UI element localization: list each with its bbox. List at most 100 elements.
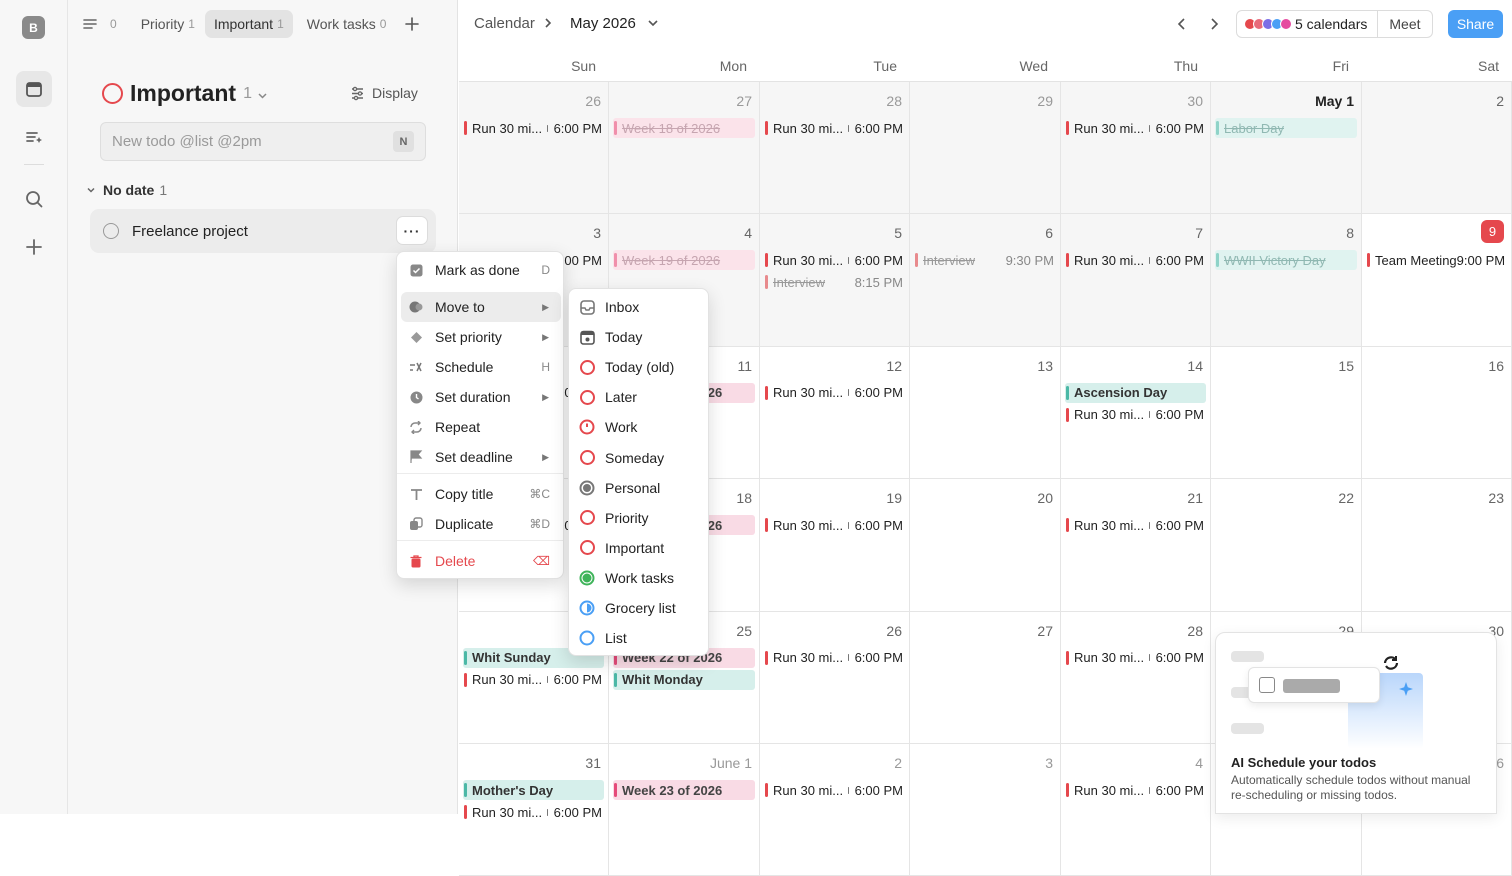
move-to-item-personal[interactable]: Personal (573, 473, 704, 503)
calendar-event[interactable]: Run 30 mi...6:00 PM (1065, 250, 1206, 270)
day-cell[interactable]: 4Run 30 mi...6:00 PM (1061, 744, 1211, 876)
day-cell[interactable]: 28Run 30 mi...6:00 PM (1061, 612, 1211, 744)
next-month-icon[interactable] (1207, 12, 1221, 36)
calendar-event[interactable]: WWII Victory Day (1215, 250, 1357, 270)
move-to-item-someday[interactable]: Someday (573, 443, 704, 473)
menu-item-duplicate[interactable]: Duplicate⌘D (401, 509, 561, 539)
move-to-item-list[interactable]: List (573, 623, 704, 653)
day-cell[interactable]: May 1Labor Day (1211, 82, 1362, 214)
breadcrumb-calendar[interactable]: Calendar (474, 15, 535, 32)
day-cell[interactable]: 23 (1362, 479, 1512, 611)
menu-item-set-duration[interactable]: Set duration▶ (401, 382, 561, 412)
meet-button[interactable]: Meet (1378, 16, 1431, 32)
calendar-event[interactable]: Run 30 mi...6:00 PM (1065, 118, 1206, 138)
day-cell[interactable]: 12Run 30 mi...6:00 PM (760, 347, 910, 479)
new-todo-field[interactable]: N (100, 122, 426, 161)
day-cell[interactable]: June 1Week 23 of 2026 (609, 744, 760, 876)
day-cell[interactable]: 2Run 30 mi...6:00 PM (760, 744, 910, 876)
day-cell[interactable]: 27 (910, 612, 1061, 744)
ai-schedule-promo[interactable]: AI Schedule your todos Automatically sch… (1215, 632, 1497, 814)
month-title[interactable]: May 2026 (570, 15, 636, 32)
calendar-event[interactable]: Run 30 mi...6:00 PM (764, 118, 905, 138)
day-cell[interactable]: 29 (910, 82, 1061, 214)
add-list-icon[interactable] (405, 17, 419, 31)
calendar-event[interactable]: Team Meeting9:00 PM (1366, 250, 1507, 270)
day-cell[interactable]: 6Interview9:30 PM (910, 214, 1061, 346)
day-cell[interactable]: 7Run 30 mi...6:00 PM (1061, 214, 1211, 346)
calendar-event[interactable]: Interview9:30 PM (914, 250, 1056, 270)
calendar-event[interactable]: Run 30 mi...6:00 PM (1065, 780, 1206, 800)
calendar-event[interactable]: Run 30 mi...6:00 PM (764, 780, 905, 800)
calendars-button[interactable]: 5 calendars (1237, 11, 1378, 37)
calendar-event[interactable]: Whit Monday (613, 670, 755, 690)
new-todo-input[interactable] (112, 133, 372, 150)
calendar-event[interactable]: Run 30 mi...6:00 PM (463, 802, 604, 822)
menu-item-copy-title[interactable]: Copy title⌘C (401, 479, 561, 509)
menu-item-set-priority[interactable]: Set priority▶ (401, 322, 561, 352)
day-cell[interactable]: 27Week 18 of 2026 (609, 82, 760, 214)
menu-item-set-deadline[interactable]: Set deadline▶ (401, 442, 561, 472)
calendar-event[interactable]: Week 18 of 2026 (613, 118, 755, 138)
menu-item-mark-as-done[interactable]: Mark as doneD (401, 255, 561, 285)
day-cell[interactable]: 9Team Meeting9:00 PM (1362, 214, 1512, 346)
day-cell[interactable]: 2 (1362, 82, 1512, 214)
calendar-event[interactable]: Run 30 mi...6:00 PM (463, 118, 604, 138)
chevron-down-icon[interactable] (647, 14, 659, 32)
menu-item-schedule[interactable]: ScheduleH (401, 352, 561, 382)
move-to-item-inbox[interactable]: Inbox (573, 292, 704, 322)
calendar-event[interactable]: Run 30 mi...6:00 PM (764, 250, 905, 270)
day-cell[interactable]: 15 (1211, 347, 1362, 479)
calendar-event[interactable]: Labor Day (1215, 118, 1357, 138)
move-to-item-later[interactable]: Later (573, 382, 704, 412)
move-to-item-work-tasks[interactable]: Work tasks (573, 563, 704, 593)
day-cell[interactable]: 5Run 30 mi...6:00 PMInterview8:15 PM (760, 214, 910, 346)
calendar-event[interactable]: Run 30 mi...6:00 PM (764, 515, 905, 535)
calendar-event[interactable]: Run 30 mi...6:00 PM (1065, 515, 1206, 535)
calendar-event[interactable]: Run 30 mi...6:00 PM (463, 670, 604, 690)
day-cell[interactable]: 26Run 30 mi...6:00 PM (760, 612, 910, 744)
move-to-item-grocery-list[interactable]: Grocery list (573, 593, 704, 623)
day-cell[interactable]: 20 (910, 479, 1061, 611)
calendar-event[interactable]: Mother's Day (463, 780, 604, 800)
more-button[interactable]: ··· (396, 216, 428, 245)
move-to-item-important[interactable]: Important (573, 533, 704, 563)
calendar-event[interactable]: Run 30 mi...6:00 PM (764, 383, 905, 403)
day-cell[interactable]: 19Run 30 mi...6:00 PM (760, 479, 910, 611)
menu-icon[interactable] (82, 16, 98, 32)
move-to-item-work[interactable]: Work (573, 412, 704, 442)
section-header[interactable]: No date 1 (86, 182, 167, 198)
day-cell[interactable]: 30Run 30 mi...6:00 PM (1061, 82, 1211, 214)
calendar-event[interactable]: Run 30 mi...6:00 PM (764, 648, 905, 668)
previous-month-icon[interactable] (1175, 12, 1189, 36)
menu-item-delete[interactable]: Delete⌫ (401, 546, 561, 576)
day-cell[interactable]: 8WWII Victory Day (1211, 214, 1362, 346)
todo-checkbox[interactable] (103, 223, 119, 239)
search-button[interactable] (16, 181, 52, 217)
tab-work-tasks[interactable]: Work tasks0 (298, 10, 396, 38)
tab-important[interactable]: Important1 (205, 10, 293, 38)
calendar-event[interactable]: Week 19 of 2026 (613, 250, 755, 270)
tab-inbox[interactable]: 0 (106, 10, 126, 38)
add-button[interactable] (16, 229, 52, 265)
day-cell[interactable]: 26Run 30 mi...6:00 PM (459, 82, 609, 214)
day-cell[interactable]: 31Mother's DayRun 30 mi...6:00 PM (459, 744, 609, 876)
menu-item-move-to[interactable]: Move to▶ (401, 292, 561, 322)
tab-priority[interactable]: Priority1 (132, 10, 204, 38)
todos-nav-button[interactable] (16, 119, 52, 155)
move-to-item-priority[interactable]: Priority (573, 503, 704, 533)
move-to-item-today[interactable]: Today (573, 322, 704, 352)
calendar-event[interactable]: Ascension Day (1065, 383, 1206, 403)
day-cell[interactable]: 28Run 30 mi...6:00 PM (760, 82, 910, 214)
menu-item-repeat[interactable]: Repeat (401, 412, 561, 442)
calendar-event[interactable]: Week 23 of 2026 (613, 780, 755, 800)
calendar-event[interactable]: Run 30 mi...6:00 PM (1065, 648, 1206, 668)
display-button[interactable]: Display (350, 85, 418, 101)
day-cell[interactable]: 22 (1211, 479, 1362, 611)
day-cell[interactable]: 13 (910, 347, 1061, 479)
day-cell[interactable]: 21Run 30 mi...6:00 PM (1061, 479, 1211, 611)
share-button[interactable]: Share (1448, 10, 1503, 38)
calendar-event[interactable]: Run 30 mi...6:00 PM (1065, 405, 1206, 425)
day-cell[interactable]: 14Ascension DayRun 30 mi...6:00 PM (1061, 347, 1211, 479)
move-to-item-today-old-[interactable]: Today (old) (573, 352, 704, 382)
day-cell[interactable]: 3 (910, 744, 1061, 876)
